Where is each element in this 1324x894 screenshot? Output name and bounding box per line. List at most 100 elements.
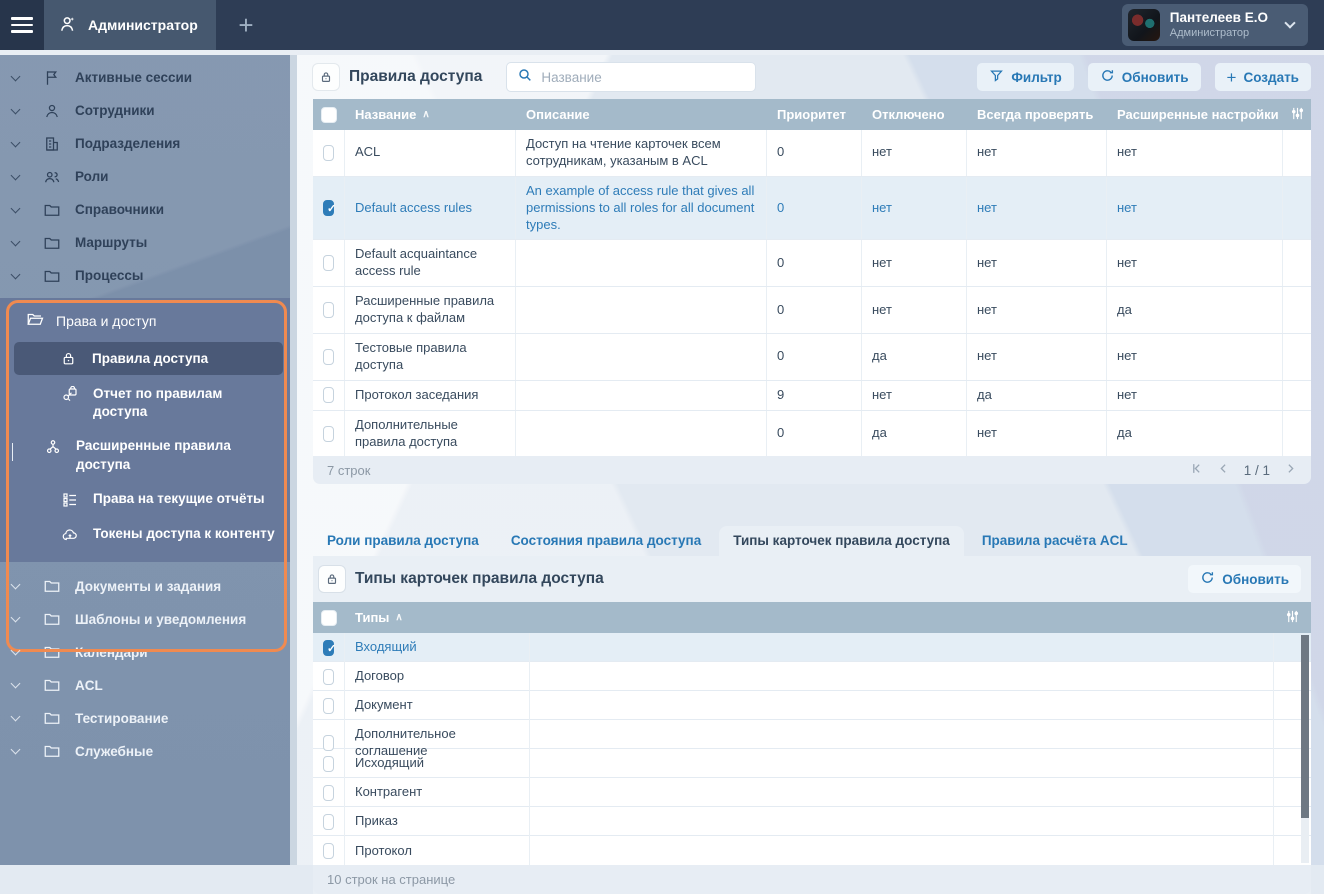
row-checkbox[interactable] bbox=[323, 144, 334, 161]
sidebar-item-directories[interactable]: Справочники bbox=[0, 193, 297, 226]
tab-administrator[interactable]: Администратор bbox=[44, 0, 216, 50]
column-settings-button[interactable] bbox=[1274, 602, 1311, 633]
table-row[interactable]: Контрагент bbox=[313, 778, 1311, 808]
table-row[interactable]: ACL Доступ на чтение карточек всем сотру… bbox=[313, 130, 1311, 177]
chevron-down-icon bbox=[10, 579, 21, 590]
chevron-down-icon bbox=[10, 678, 21, 689]
table-row[interactable]: Расширенные правила доступа к файлам 0 н… bbox=[313, 287, 1311, 335]
tab-card-types-active[interactable]: Типы карточек правила доступа bbox=[719, 526, 964, 557]
sort-asc-icon: ∧ bbox=[395, 612, 403, 624]
table-row[interactable]: Исходящий bbox=[313, 749, 1311, 779]
new-tab-button[interactable]: + bbox=[216, 0, 276, 50]
column-header-always-check[interactable]: Всегда проверять bbox=[967, 99, 1107, 130]
table-row[interactable]: Дополнительные правила доступа 0 да нет … bbox=[313, 410, 1311, 457]
refresh-button[interactable]: Обновить bbox=[1087, 63, 1201, 91]
sidebar-item-templates-notifications[interactable]: Шаблоны и уведомления bbox=[0, 603, 297, 636]
tab-acl-calc-rules[interactable]: Правила расчёта ACL bbox=[968, 526, 1142, 556]
table-row[interactable]: Дополнительное соглашение bbox=[313, 720, 1311, 767]
sidebar-item-acl[interactable]: ACL bbox=[0, 669, 297, 702]
row-checkbox[interactable] bbox=[323, 813, 334, 830]
folder-icon bbox=[43, 676, 63, 694]
sidebar-item-testing[interactable]: Тестирование bbox=[0, 702, 297, 735]
table-row[interactable]: Default acquaintance access rule 0 нет н… bbox=[313, 240, 1311, 288]
sidebar-item-roles[interactable]: Роли bbox=[0, 160, 297, 193]
sidebar-item-processes[interactable]: Процессы bbox=[0, 259, 297, 292]
column-header-disabled[interactable]: Отключено bbox=[862, 99, 967, 130]
column-header-name[interactable]: Название ∧ bbox=[345, 99, 516, 130]
chevron-down-icon bbox=[10, 71, 21, 81]
lock-icon bbox=[313, 64, 339, 90]
sidebar-item-documents-tasks[interactable]: Документы и задания bbox=[0, 570, 297, 603]
tab-roles[interactable]: Роли правила доступа bbox=[313, 526, 493, 556]
chevron-down-icon bbox=[12, 443, 13, 462]
refresh-button-bottom[interactable]: Обновить bbox=[1188, 565, 1301, 594]
column-header-advanced[interactable]: Расширенные настройки bbox=[1107, 99, 1283, 130]
sidebar-item-routes[interactable]: Маршруты bbox=[0, 226, 297, 259]
table-row[interactable]: Протокол bbox=[313, 836, 1311, 866]
table-row-selected[interactable]: Входящий bbox=[313, 633, 1311, 663]
table-row[interactable]: Договор bbox=[313, 662, 1311, 692]
row-checkbox[interactable] bbox=[323, 348, 334, 365]
scrollbar-thumb[interactable] bbox=[1301, 635, 1309, 819]
folder-icon bbox=[43, 709, 63, 727]
select-all-checkbox[interactable] bbox=[321, 609, 337, 626]
select-all-checkbox[interactable] bbox=[321, 106, 337, 123]
table-row[interactable]: Тестовые правила доступа 0 да нет нет bbox=[313, 334, 1311, 381]
column-header-priority[interactable]: Приоритет bbox=[767, 99, 862, 130]
row-checkbox[interactable] bbox=[323, 755, 334, 772]
row-checkbox[interactable] bbox=[323, 387, 334, 404]
create-button[interactable]: + Создать bbox=[1214, 63, 1311, 91]
row-checkbox[interactable] bbox=[323, 697, 334, 714]
chevron-down-icon bbox=[1284, 17, 1296, 29]
building-icon bbox=[43, 135, 63, 153]
row-checkbox[interactable] bbox=[323, 842, 334, 859]
row-checkbox[interactable] bbox=[323, 425, 334, 442]
sidebar-scrollbar[interactable] bbox=[290, 55, 297, 865]
chevron-down-icon bbox=[10, 269, 21, 279]
filter-button[interactable]: Фильтр bbox=[977, 63, 1074, 91]
next-page-button[interactable] bbox=[1284, 462, 1297, 478]
sidebar-item-content-access-tokens[interactable]: Токены доступа к контенту bbox=[0, 517, 297, 552]
sidebar-item-access-rules-report[interactable]: Отчет по правилам доступа bbox=[0, 377, 297, 429]
folder-icon bbox=[43, 742, 63, 760]
tab-states[interactable]: Состояния правила доступа bbox=[497, 526, 715, 556]
row-checkbox[interactable] bbox=[323, 255, 334, 272]
sidebar-item-access-rules-selected[interactable]: Правила доступа bbox=[14, 342, 283, 375]
sidebar-item-calendars[interactable]: Календари bbox=[0, 636, 297, 669]
sidebar-item-advanced-access-rules[interactable]: Расширенные правила доступа bbox=[0, 429, 297, 481]
column-header-description[interactable]: Описание bbox=[516, 99, 767, 130]
column-header-types[interactable]: Типы ∧ bbox=[345, 602, 530, 633]
sidebar-item-rights-and-access[interactable]: Права и доступ bbox=[0, 304, 297, 338]
sidebar-navigation: Активные сессии Сотрудники Подразделения… bbox=[0, 55, 297, 865]
people-icon bbox=[43, 168, 63, 186]
table-row[interactable]: Протокол заседания 9 нет да нет bbox=[313, 380, 1311, 411]
sidebar-item-service[interactable]: Служебные bbox=[0, 735, 297, 768]
panel-title: Типы карточек правила доступа bbox=[355, 570, 604, 588]
row-checkbox[interactable] bbox=[323, 735, 334, 752]
folder-icon bbox=[43, 201, 63, 219]
user-avatar bbox=[1127, 9, 1160, 41]
checklist-icon bbox=[61, 491, 81, 509]
user-menu[interactable]: Пантелеев Е.О Администратор bbox=[1121, 4, 1308, 46]
sliders-icon bbox=[1290, 106, 1305, 124]
row-checkbox-checked[interactable] bbox=[323, 639, 336, 656]
table-row[interactable]: Документ bbox=[313, 691, 1311, 721]
row-checkbox[interactable] bbox=[323, 668, 334, 685]
hamburger-menu-button[interactable] bbox=[0, 0, 44, 50]
search-input[interactable] bbox=[541, 69, 746, 85]
row-checkbox[interactable] bbox=[323, 302, 334, 319]
hierarchy-icon bbox=[44, 438, 64, 456]
row-checkbox[interactable] bbox=[323, 784, 334, 801]
sidebar-item-departments[interactable]: Подразделения bbox=[0, 127, 297, 160]
prev-page-button[interactable] bbox=[1217, 462, 1230, 478]
sidebar-item-employees[interactable]: Сотрудники bbox=[0, 94, 297, 127]
sidebar-item-current-reports-rights[interactable]: Права на текущие отчёты bbox=[0, 482, 297, 517]
first-page-button[interactable] bbox=[1190, 462, 1203, 478]
row-checkbox-checked[interactable] bbox=[323, 200, 336, 216]
column-settings-button[interactable] bbox=[1283, 99, 1311, 130]
table-row[interactable]: Приказ bbox=[313, 807, 1311, 837]
table-scrollbar[interactable] bbox=[1301, 635, 1309, 864]
sidebar-item-active-sessions[interactable]: Активные сессии bbox=[0, 61, 297, 94]
person-icon bbox=[43, 102, 63, 120]
table-row-selected[interactable]: Default access rules An example of acces… bbox=[313, 176, 1311, 241]
